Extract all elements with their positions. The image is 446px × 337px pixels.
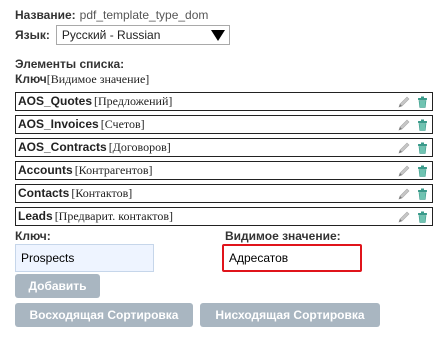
key-label: Ключ: (15, 229, 51, 243)
visible-value-input[interactable]: Адресатов (222, 244, 362, 272)
pencil-icon[interactable] (397, 187, 411, 201)
sort-ascending-button[interactable]: Восходящая Сортировка (15, 303, 193, 327)
list-item-key: AOS_Invoices (18, 117, 99, 131)
list-item[interactable]: Contacts [Контактов] (15, 184, 433, 203)
triangle-down-icon (210, 29, 225, 41)
list-item[interactable]: Leads [Предварит. контактов] (15, 207, 433, 226)
list-item[interactable]: AOS_Contracts [Договоров] (15, 138, 433, 157)
pencil-icon[interactable] (397, 210, 411, 224)
visible-value-label: Видимое значение: (225, 229, 341, 243)
list-item[interactable]: Accounts [Контрагентов] (15, 161, 433, 180)
list-item-value: [Предложений] (94, 94, 173, 108)
trash-icon[interactable] (417, 142, 428, 154)
pencil-icon[interactable] (397, 118, 411, 132)
name-value: pdf_template_type_dom (79, 8, 209, 22)
trash-icon[interactable] (417, 188, 428, 200)
list-item-value: [Предварит. контактов] (54, 209, 173, 223)
list-item-key: Contacts (18, 186, 70, 200)
list-item-value: [Договоров] (108, 140, 171, 154)
template-name-row: Название: pdf_template_type_dom (15, 6, 208, 24)
language-select-value: Русский - Russian (61, 28, 161, 42)
trash-icon[interactable] (417, 119, 428, 131)
list-item-value: [Счетов] (100, 117, 145, 131)
list-item-key: Accounts (18, 163, 73, 177)
list-item[interactable]: AOS_Invoices [Счетов] (15, 115, 433, 134)
language-label: Язык: (15, 28, 50, 42)
language-row: Язык: Русский - Russian (15, 24, 230, 46)
list-item-key: Leads (18, 209, 53, 223)
trash-icon[interactable] (417, 211, 428, 223)
pencil-icon[interactable] (397, 95, 411, 109)
add-button[interactable]: Добавить (15, 274, 100, 298)
list-title: Элементы списка: (15, 57, 125, 71)
trash-icon[interactable] (417, 165, 428, 177)
list-item-key: AOS_Contracts (18, 140, 107, 154)
key-input[interactable]: Prospects (15, 244, 154, 272)
sort-descending-button[interactable]: Нисходящая Сортировка (200, 303, 380, 327)
list-subtitle: Ключ[Видимое значение] (15, 72, 149, 87)
list-items: AOS_Quotes [Предложений] AOS_Invoices [Сче… (15, 92, 433, 230)
pencil-icon[interactable] (397, 164, 411, 178)
list-subtitle-value: [Видимое значение] (46, 72, 150, 86)
list-item[interactable]: AOS_Quotes [Предложений] (15, 92, 433, 111)
pencil-icon[interactable] (397, 141, 411, 155)
name-label: Название: (15, 8, 76, 22)
list-subtitle-key: Ключ (15, 72, 47, 86)
list-item-value: [Контрагентов] (74, 163, 153, 177)
list-item-key: AOS_Quotes (18, 94, 93, 108)
trash-icon[interactable] (417, 96, 428, 108)
list-item-value: [Контактов] (71, 186, 133, 200)
language-select[interactable]: Русский - Russian (55, 25, 230, 45)
